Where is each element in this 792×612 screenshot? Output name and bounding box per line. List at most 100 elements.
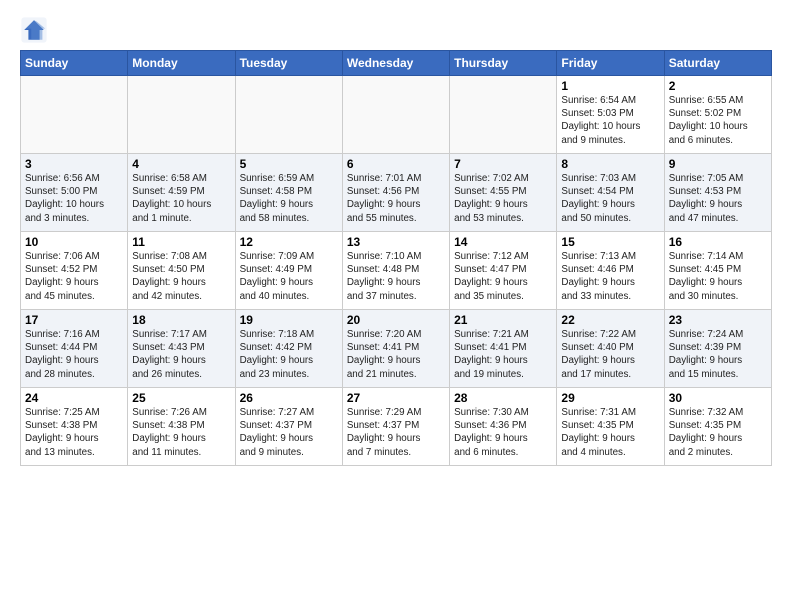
- day-number: 9: [669, 157, 767, 171]
- day-info: Sunrise: 7:06 AM Sunset: 4:52 PM Dayligh…: [25, 250, 123, 303]
- calendar-cell: 12Sunrise: 7:09 AM Sunset: 4:49 PM Dayli…: [235, 232, 342, 310]
- weekday-header: Saturday: [664, 51, 771, 76]
- day-info: Sunrise: 7:24 AM Sunset: 4:39 PM Dayligh…: [669, 328, 767, 381]
- day-number: 29: [561, 391, 659, 405]
- header: [20, 16, 772, 44]
- calendar-week-row: 10Sunrise: 7:06 AM Sunset: 4:52 PM Dayli…: [21, 232, 772, 310]
- calendar-cell: 29Sunrise: 7:31 AM Sunset: 4:35 PM Dayli…: [557, 388, 664, 466]
- day-info: Sunrise: 7:14 AM Sunset: 4:45 PM Dayligh…: [669, 250, 767, 303]
- calendar-week-row: 1Sunrise: 6:54 AM Sunset: 5:03 PM Daylig…: [21, 76, 772, 154]
- day-info: Sunrise: 7:05 AM Sunset: 4:53 PM Dayligh…: [669, 172, 767, 225]
- day-info: Sunrise: 7:10 AM Sunset: 4:48 PM Dayligh…: [347, 250, 445, 303]
- weekday-header: Friday: [557, 51, 664, 76]
- day-info: Sunrise: 6:55 AM Sunset: 5:02 PM Dayligh…: [669, 94, 767, 147]
- day-info: Sunrise: 7:08 AM Sunset: 4:50 PM Dayligh…: [132, 250, 230, 303]
- day-number: 6: [347, 157, 445, 171]
- day-number: 19: [240, 313, 338, 327]
- day-number: 4: [132, 157, 230, 171]
- calendar-cell: 11Sunrise: 7:08 AM Sunset: 4:50 PM Dayli…: [128, 232, 235, 310]
- day-number: 11: [132, 235, 230, 249]
- day-info: Sunrise: 7:27 AM Sunset: 4:37 PM Dayligh…: [240, 406, 338, 459]
- day-number: 25: [132, 391, 230, 405]
- logo-icon: [20, 16, 48, 44]
- day-info: Sunrise: 7:29 AM Sunset: 4:37 PM Dayligh…: [347, 406, 445, 459]
- calendar-cell: 14Sunrise: 7:12 AM Sunset: 4:47 PM Dayli…: [450, 232, 557, 310]
- calendar-cell: 2Sunrise: 6:55 AM Sunset: 5:02 PM Daylig…: [664, 76, 771, 154]
- calendar-cell: 6Sunrise: 7:01 AM Sunset: 4:56 PM Daylig…: [342, 154, 449, 232]
- day-info: Sunrise: 7:20 AM Sunset: 4:41 PM Dayligh…: [347, 328, 445, 381]
- calendar-header-row: SundayMondayTuesdayWednesdayThursdayFrid…: [21, 51, 772, 76]
- day-info: Sunrise: 6:54 AM Sunset: 5:03 PM Dayligh…: [561, 94, 659, 147]
- day-info: Sunrise: 6:56 AM Sunset: 5:00 PM Dayligh…: [25, 172, 123, 225]
- calendar-cell: 9Sunrise: 7:05 AM Sunset: 4:53 PM Daylig…: [664, 154, 771, 232]
- day-number: 5: [240, 157, 338, 171]
- calendar-week-row: 17Sunrise: 7:16 AM Sunset: 4:44 PM Dayli…: [21, 310, 772, 388]
- calendar-cell: 15Sunrise: 7:13 AM Sunset: 4:46 PM Dayli…: [557, 232, 664, 310]
- calendar-cell: [128, 76, 235, 154]
- day-number: 7: [454, 157, 552, 171]
- day-info: Sunrise: 7:26 AM Sunset: 4:38 PM Dayligh…: [132, 406, 230, 459]
- calendar-cell: 27Sunrise: 7:29 AM Sunset: 4:37 PM Dayli…: [342, 388, 449, 466]
- day-number: 8: [561, 157, 659, 171]
- day-info: Sunrise: 7:09 AM Sunset: 4:49 PM Dayligh…: [240, 250, 338, 303]
- calendar-week-row: 3Sunrise: 6:56 AM Sunset: 5:00 PM Daylig…: [21, 154, 772, 232]
- calendar-cell: 1Sunrise: 6:54 AM Sunset: 5:03 PM Daylig…: [557, 76, 664, 154]
- day-info: Sunrise: 7:30 AM Sunset: 4:36 PM Dayligh…: [454, 406, 552, 459]
- calendar-cell: 25Sunrise: 7:26 AM Sunset: 4:38 PM Dayli…: [128, 388, 235, 466]
- day-number: 26: [240, 391, 338, 405]
- logo: [20, 16, 52, 44]
- weekday-header: Sunday: [21, 51, 128, 76]
- day-number: 30: [669, 391, 767, 405]
- day-number: 27: [347, 391, 445, 405]
- day-info: Sunrise: 7:16 AM Sunset: 4:44 PM Dayligh…: [25, 328, 123, 381]
- calendar-cell: 24Sunrise: 7:25 AM Sunset: 4:38 PM Dayli…: [21, 388, 128, 466]
- calendar-cell: 13Sunrise: 7:10 AM Sunset: 4:48 PM Dayli…: [342, 232, 449, 310]
- day-info: Sunrise: 7:17 AM Sunset: 4:43 PM Dayligh…: [132, 328, 230, 381]
- day-number: 12: [240, 235, 338, 249]
- calendar-cell: [342, 76, 449, 154]
- calendar-cell: [21, 76, 128, 154]
- calendar-week-row: 24Sunrise: 7:25 AM Sunset: 4:38 PM Dayli…: [21, 388, 772, 466]
- calendar-cell: 3Sunrise: 6:56 AM Sunset: 5:00 PM Daylig…: [21, 154, 128, 232]
- day-number: 23: [669, 313, 767, 327]
- day-info: Sunrise: 7:31 AM Sunset: 4:35 PM Dayligh…: [561, 406, 659, 459]
- day-number: 20: [347, 313, 445, 327]
- page-container: SundayMondayTuesdayWednesdayThursdayFrid…: [0, 0, 792, 476]
- day-number: 21: [454, 313, 552, 327]
- calendar-cell: 18Sunrise: 7:17 AM Sunset: 4:43 PM Dayli…: [128, 310, 235, 388]
- calendar-cell: 22Sunrise: 7:22 AM Sunset: 4:40 PM Dayli…: [557, 310, 664, 388]
- day-number: 15: [561, 235, 659, 249]
- day-number: 18: [132, 313, 230, 327]
- day-info: Sunrise: 7:13 AM Sunset: 4:46 PM Dayligh…: [561, 250, 659, 303]
- calendar-cell: 17Sunrise: 7:16 AM Sunset: 4:44 PM Dayli…: [21, 310, 128, 388]
- calendar-cell: 5Sunrise: 6:59 AM Sunset: 4:58 PM Daylig…: [235, 154, 342, 232]
- calendar-cell: 20Sunrise: 7:20 AM Sunset: 4:41 PM Dayli…: [342, 310, 449, 388]
- day-number: 10: [25, 235, 123, 249]
- day-number: 24: [25, 391, 123, 405]
- calendar-cell: 10Sunrise: 7:06 AM Sunset: 4:52 PM Dayli…: [21, 232, 128, 310]
- weekday-header: Tuesday: [235, 51, 342, 76]
- day-info: Sunrise: 7:03 AM Sunset: 4:54 PM Dayligh…: [561, 172, 659, 225]
- day-number: 13: [347, 235, 445, 249]
- day-number: 28: [454, 391, 552, 405]
- calendar-cell: 26Sunrise: 7:27 AM Sunset: 4:37 PM Dayli…: [235, 388, 342, 466]
- day-number: 3: [25, 157, 123, 171]
- calendar-cell: 7Sunrise: 7:02 AM Sunset: 4:55 PM Daylig…: [450, 154, 557, 232]
- day-info: Sunrise: 7:02 AM Sunset: 4:55 PM Dayligh…: [454, 172, 552, 225]
- day-number: 14: [454, 235, 552, 249]
- day-number: 17: [25, 313, 123, 327]
- calendar-cell: 4Sunrise: 6:58 AM Sunset: 4:59 PM Daylig…: [128, 154, 235, 232]
- calendar-table: SundayMondayTuesdayWednesdayThursdayFrid…: [20, 50, 772, 466]
- day-info: Sunrise: 7:32 AM Sunset: 4:35 PM Dayligh…: [669, 406, 767, 459]
- day-info: Sunrise: 6:59 AM Sunset: 4:58 PM Dayligh…: [240, 172, 338, 225]
- calendar-cell: 19Sunrise: 7:18 AM Sunset: 4:42 PM Dayli…: [235, 310, 342, 388]
- day-info: Sunrise: 7:21 AM Sunset: 4:41 PM Dayligh…: [454, 328, 552, 381]
- day-number: 2: [669, 79, 767, 93]
- calendar-cell: 30Sunrise: 7:32 AM Sunset: 4:35 PM Dayli…: [664, 388, 771, 466]
- day-info: Sunrise: 7:18 AM Sunset: 4:42 PM Dayligh…: [240, 328, 338, 381]
- weekday-header: Wednesday: [342, 51, 449, 76]
- weekday-header: Monday: [128, 51, 235, 76]
- calendar-cell: 21Sunrise: 7:21 AM Sunset: 4:41 PM Dayli…: [450, 310, 557, 388]
- calendar-cell: 8Sunrise: 7:03 AM Sunset: 4:54 PM Daylig…: [557, 154, 664, 232]
- calendar-cell: [235, 76, 342, 154]
